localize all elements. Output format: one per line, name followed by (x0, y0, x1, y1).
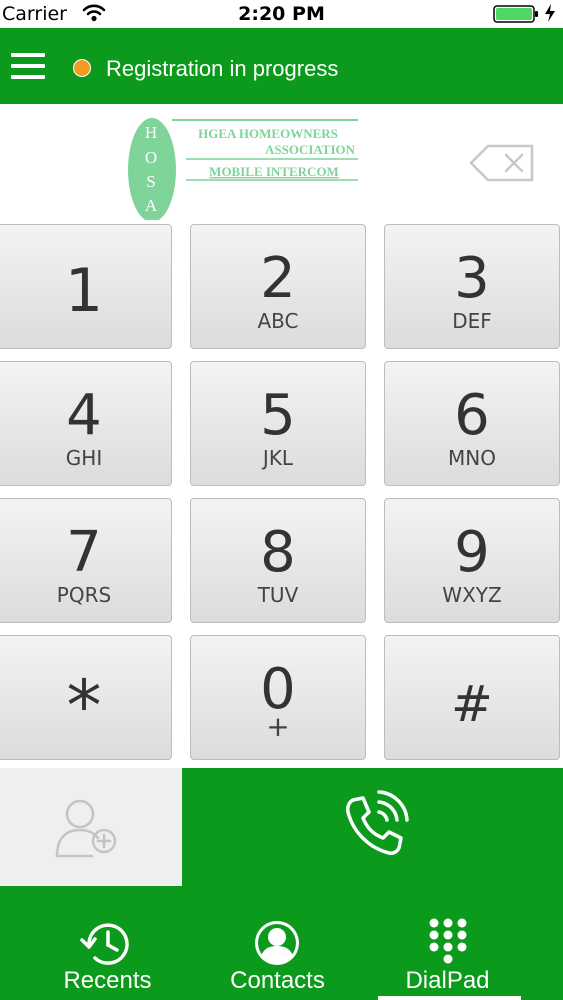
tab-label: Recents (63, 967, 152, 994)
key-1[interactable]: 1 (0, 224, 172, 349)
key-letters: WXYZ (442, 583, 502, 607)
svg-text:S: S (146, 172, 155, 191)
charging-bolt-icon (545, 4, 555, 22)
call-button[interactable] (182, 768, 563, 886)
hamburger-menu-icon[interactable] (11, 49, 47, 85)
key-digit: 3 (454, 246, 490, 311)
tab-label: DialPad (405, 967, 490, 994)
registration-status-dot (73, 59, 91, 77)
hosa-logo: H O S A HGEA HOMEOWNERS ASSOCIATION MOBI… (128, 118, 358, 222)
add-contact-icon (55, 799, 117, 858)
svg-text:ASSOCIATION: ASSOCIATION (265, 142, 356, 157)
key-letters: + (266, 710, 290, 743)
key-letters: GHI (65, 446, 103, 470)
svg-text:MOBILE INTERCOM: MOBILE INTERCOM (209, 164, 339, 179)
key-digit: 1 (64, 256, 104, 326)
key-4[interactable]: 4 GHI (0, 361, 172, 486)
key-2[interactable]: 2 ABC (190, 224, 366, 349)
key-letters: MNO (448, 446, 496, 470)
key-digit: 8 (260, 520, 296, 585)
status-bar: Carrier 2:20 PM (0, 0, 563, 28)
key-letters: TUV (257, 583, 299, 607)
clock-time: 2:20 PM (238, 3, 325, 25)
svg-text:H: H (145, 123, 157, 142)
key-digit: 6 (454, 383, 490, 448)
tab-contacts[interactable]: Contacts (210, 886, 345, 1000)
key-digit: * (66, 665, 102, 747)
tab-dialpad[interactable]: DialPad (380, 886, 515, 1000)
key-9[interactable]: 9 WXYZ (384, 498, 560, 623)
action-row (0, 768, 563, 886)
svg-text:HGEA HOMEOWNERS: HGEA HOMEOWNERS (198, 126, 338, 141)
key-star[interactable]: * (0, 635, 172, 760)
key-hash[interactable]: # (384, 635, 560, 760)
tab-recents[interactable]: Recents (40, 886, 175, 1000)
selected-tab-indicator (378, 996, 521, 1000)
key-letters: PQRS (56, 583, 112, 607)
key-letters: ABC (257, 309, 299, 333)
backspace-icon[interactable] (468, 144, 536, 182)
key-0[interactable]: 0 + (190, 635, 366, 760)
battery-icon (493, 5, 538, 23)
key-5[interactable]: 5 JKL (190, 361, 366, 486)
person-circle-icon (255, 921, 299, 965)
registration-status-text: Registration in progress (106, 56, 339, 81)
key-digit: 2 (260, 246, 296, 311)
key-digit: 7 (66, 520, 102, 585)
key-6[interactable]: 6 MNO (384, 361, 560, 486)
key-digit: 9 (454, 520, 490, 585)
key-digit: # (451, 675, 493, 733)
svg-text:A: A (145, 196, 158, 215)
svg-text:O: O (145, 148, 157, 167)
key-letters: DEF (452, 309, 492, 333)
app-header: Registration in progress (0, 28, 563, 104)
bottom-tab-bar: Recents Contacts DialPad (0, 886, 563, 1000)
key-letters: JKL (262, 446, 294, 470)
clock-history-icon (80, 923, 129, 965)
phone-call-icon (346, 790, 409, 855)
tab-label: Contacts (230, 967, 325, 994)
dial-keypad: 1 2 ABC 3 DEF 4 GHI 5 JKL 6 MNO 7 PQRS 8… (0, 220, 563, 768)
key-3[interactable]: 3 DEF (384, 224, 560, 349)
key-digit: 4 (66, 383, 102, 448)
key-8[interactable]: 8 TUV (190, 498, 366, 623)
key-digit: 5 (260, 383, 296, 448)
key-7[interactable]: 7 PQRS (0, 498, 172, 623)
add-contact-button[interactable] (0, 768, 182, 886)
dialpad-grid-icon (429, 918, 467, 964)
